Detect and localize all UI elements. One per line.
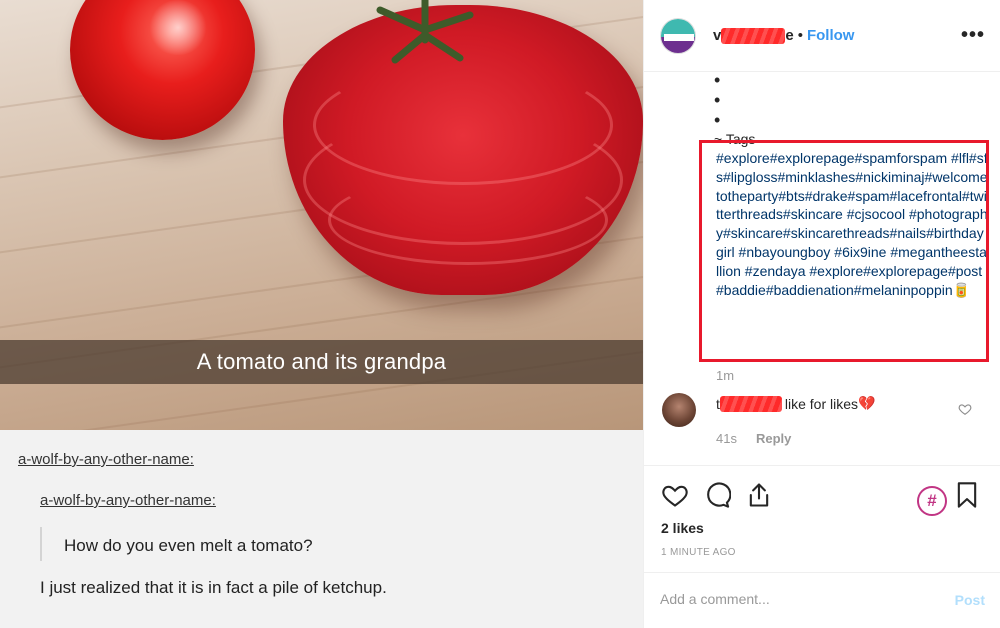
action-bar: # 2 likes 1 MINUTE AGO [644, 465, 1000, 573]
post-button[interactable]: Post [955, 592, 985, 608]
username-visible-end: e [785, 27, 794, 44]
post-header: v e • Follow ••• [644, 0, 1000, 72]
tumblr-screenshot: a-wolf-by-any-other-name: a-wolf-by-any-… [0, 430, 643, 628]
author-avatar[interactable] [660, 18, 696, 54]
commenter-avatar[interactable] [662, 393, 696, 427]
post-time[interactable]: 1m [716, 368, 734, 383]
snapchat-caption-bar: A tomato and its grandpa [0, 340, 643, 384]
add-comment-bar: Post [644, 572, 1000, 628]
tomato-image: A tomato and its grandpa [0, 0, 643, 430]
heart-icon[interactable] [661, 481, 689, 509]
redaction-mark [721, 27, 786, 44]
tumblr-question: How do you even melt a tomato? [64, 536, 313, 555]
tomato-stem [376, 0, 474, 64]
comment-icon[interactable] [703, 481, 731, 509]
post-age: 1 MINUTE AGO [661, 547, 736, 558]
snapchat-caption: A tomato and its grandpa [196, 349, 447, 374]
caption-dot: • [714, 90, 721, 110]
reply-button[interactable]: Reply [756, 431, 791, 446]
redaction-mark [719, 395, 782, 412]
likes-count[interactable]: 2 likes [661, 520, 704, 536]
tumblr-username: a-wolf-by-any-other-name: [40, 492, 216, 509]
hashtag-badge-icon[interactable]: # [917, 486, 947, 516]
post-photo[interactable]: A tomato and its grandpa a-wolf-by-any-o… [0, 0, 643, 628]
caption-dot: • [714, 70, 721, 90]
tumblr-username: a-wolf-by-any-other-name: [18, 451, 194, 468]
separator-dot: • [797, 27, 803, 44]
broken-heart-emoji: 💔 [858, 395, 876, 411]
heart-icon[interactable] [958, 402, 972, 416]
username-visible-start: v [713, 27, 722, 44]
post-sidebar: v e • Follow ••• • • • ~ Tags #explore#e… [643, 0, 1000, 628]
author-username[interactable]: v e • Follow [713, 27, 854, 44]
comment-text: like for likes [784, 395, 859, 412]
tomato [70, 0, 255, 140]
highlight-box [699, 140, 989, 362]
comment-time[interactable]: 41s [716, 431, 737, 446]
follow-button[interactable]: Follow [807, 27, 855, 44]
comment-input[interactable] [660, 591, 920, 607]
bookmark-icon[interactable] [953, 481, 981, 509]
caption-dot: • [714, 110, 721, 130]
tumblr-answer: I just realized that it is in fact a pil… [40, 578, 387, 597]
comment: t like for likes 💔 [716, 395, 875, 412]
ellipsis-icon[interactable]: ••• [961, 24, 985, 47]
quote-divider [40, 527, 42, 561]
share-icon[interactable] [745, 481, 773, 509]
